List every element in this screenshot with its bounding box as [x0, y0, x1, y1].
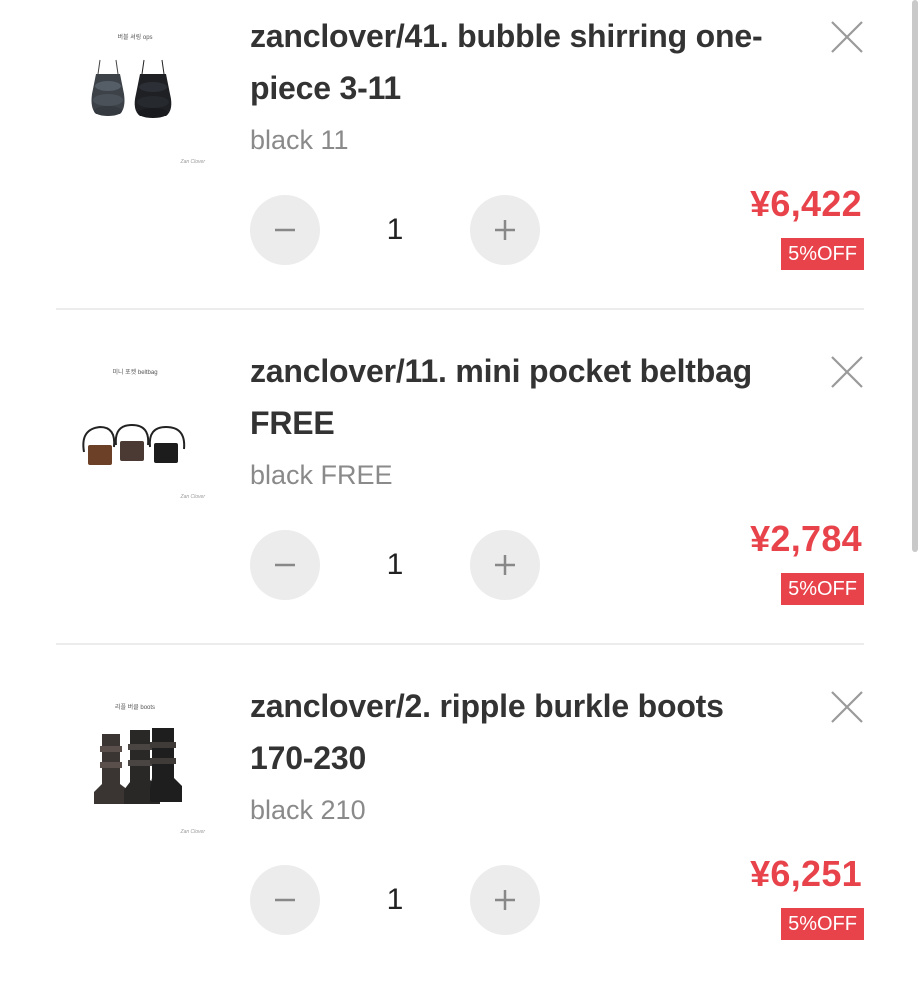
increase-quantity-button[interactable]	[470, 195, 540, 265]
quantity-value: 1	[386, 548, 404, 581]
product-variant: black 210	[250, 795, 366, 825]
minus-icon	[275, 563, 295, 567]
close-icon	[831, 356, 863, 388]
minus-icon	[275, 228, 295, 232]
product-variant: black FREE	[250, 460, 393, 490]
item-price: ¥2,784	[750, 518, 862, 559]
scrollbar[interactable]	[912, 0, 918, 552]
decrease-quantity-button[interactable]	[250, 195, 320, 265]
dress-image	[91, 59, 172, 118]
product-variant: black 11	[250, 125, 349, 155]
item-divider	[56, 308, 864, 310]
boots-image	[94, 728, 182, 804]
cart-item: 버블 셔링 ops Zan Clover zanclover/41. bubbl…	[0, 0, 920, 335]
item-price: ¥6,251	[750, 853, 862, 894]
discount-badge: 5%OFF	[781, 238, 864, 270]
discount-badge: 5%OFF	[781, 908, 864, 940]
product-title[interactable]: zanclover/2. ripple burkle boots 170-230	[250, 680, 795, 784]
discount-badge: 5%OFF	[781, 573, 864, 605]
product-image[interactable]: 버블 셔링 ops Zan Clover	[70, 22, 215, 167]
product-image[interactable]: 미니 포켓 beltbag Zan Clover	[70, 357, 215, 502]
minus-icon	[275, 898, 295, 902]
image-watermark: Zan Clover	[180, 159, 205, 165]
increase-quantity-button[interactable]	[470, 530, 540, 600]
image-watermark: Zan Clover	[180, 829, 205, 835]
item-divider	[56, 643, 864, 645]
beltbag-image	[82, 423, 186, 465]
increase-quantity-button[interactable]	[470, 865, 540, 935]
remove-item-button[interactable]	[826, 351, 868, 393]
product-image[interactable]: 리플 버클 boots Zan Clover	[70, 692, 215, 837]
item-price: ¥6,422	[750, 183, 862, 224]
product-title[interactable]: zanclover/41. bubble shirring one-piece …	[250, 10, 795, 114]
plus-icon	[495, 555, 515, 575]
image-watermark: Zan Clover	[180, 494, 205, 500]
plus-icon	[495, 220, 515, 240]
remove-item-button[interactable]	[826, 686, 868, 728]
cart-item: 미니 포켓 beltbag Zan Clover zanclover/11. m…	[0, 335, 920, 670]
product-title[interactable]: zanclover/11. mini pocket beltbag FREE	[250, 345, 795, 449]
close-icon	[831, 21, 863, 53]
cart-item: 리플 버클 boots Zan Clover zanclover/2. ripp…	[0, 670, 920, 1005]
decrease-quantity-button[interactable]	[250, 530, 320, 600]
plus-icon	[495, 890, 515, 910]
remove-item-button[interactable]	[826, 16, 868, 58]
quantity-value: 1	[386, 213, 404, 246]
quantity-value: 1	[386, 883, 404, 916]
close-icon	[831, 691, 863, 723]
decrease-quantity-button[interactable]	[250, 865, 320, 935]
